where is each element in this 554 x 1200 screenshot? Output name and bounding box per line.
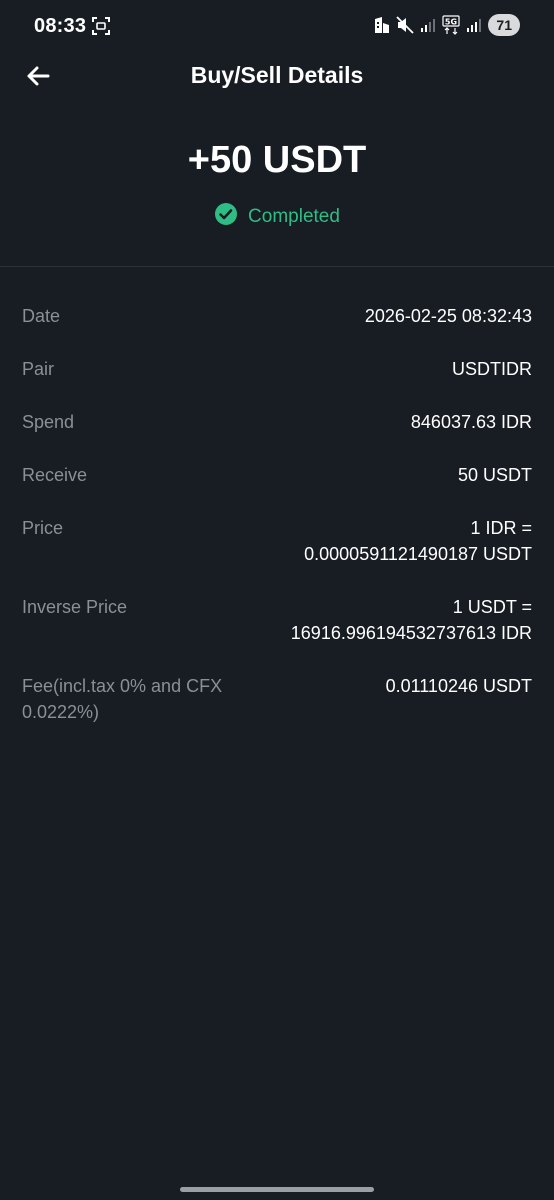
detail-label: Fee(incl.tax 0% and CFX 0.0222%): [22, 676, 223, 722]
signal-icon-1: [420, 17, 436, 33]
detail-label: Receive: [22, 465, 88, 485]
detail-value-line: USDTIDR: [452, 359, 532, 379]
battery-indicator: 71: [488, 14, 520, 36]
network-5g-icon: 5G: [442, 15, 461, 35]
detail-row-fee: Fee(incl.tax 0% and CFX 0.0222%) 0.01110…: [22, 673, 532, 725]
svg-text:5G: 5G: [445, 18, 457, 27]
detail-value-line: 0.0000591121490187 USDT: [304, 544, 532, 564]
detail-label: Date: [22, 306, 61, 326]
detail-row-price: Price 1 IDR = 0.0000591121490187 USDT: [22, 515, 532, 567]
header: Buy/Sell Details: [0, 52, 554, 98]
detail-value: 1 IDR = 0.0000591121490187 USDT: [304, 515, 532, 567]
detail-row-date: Date 2026-02-25 08:32:43: [22, 303, 532, 329]
detail-value-line: 1 IDR =: [470, 518, 532, 538]
detail-value: 50 USDT: [458, 462, 532, 488]
detail-value-line: 16916.996194532737613 IDR: [290, 623, 532, 643]
detail-value-line: 1 USDT =: [452, 597, 532, 617]
detail-label: Spend: [22, 412, 75, 432]
page-title: Buy/Sell Details: [190, 62, 364, 88]
detail-value-line: 50 USDT: [457, 465, 532, 485]
signal-icon-2: [466, 17, 482, 33]
check-circle-icon: [214, 202, 238, 231]
status-line: Completed: [0, 202, 554, 231]
transaction-amount: +50 USDT: [187, 139, 367, 181]
status-time: 08:33: [34, 15, 87, 37]
details-list: Date 2026-02-25 08:32:43 Pair USDTIDR Sp…: [22, 303, 532, 752]
status-bar: 08:33 5G 71: [0, 0, 554, 52]
mute-icon: [396, 16, 415, 34]
detail-label: Price: [22, 518, 64, 538]
detail-value-line: 2026-02-25 08:32:43: [364, 306, 532, 326]
detail-value: 846037.63 IDR: [411, 409, 532, 435]
screen-record-icon: [92, 17, 110, 35]
detail-row-receive: Receive 50 USDT: [22, 462, 532, 488]
detail-value: 2026-02-25 08:32:43: [365, 303, 532, 329]
detail-value: USDTIDR: [452, 356, 532, 382]
detail-label: Inverse Price: [22, 597, 128, 617]
detail-row-spend: Spend 846037.63 IDR: [22, 409, 532, 435]
status-icons: 5G 71: [374, 14, 520, 36]
detail-row-pair: Pair USDTIDR: [22, 356, 532, 382]
detail-row-inverse-price: Inverse Price 1 USDT = 16916.99619453273…: [22, 594, 532, 646]
home-indicator[interactable]: [180, 1187, 374, 1192]
building-icon: [374, 16, 390, 34]
status-text: Completed: [248, 205, 340, 227]
detail-value: 0.01110246 USDT: [386, 673, 532, 699]
detail-label: Pair: [22, 359, 55, 379]
detail-value: 1 USDT = 16916.996194532737613 IDR: [291, 594, 532, 646]
detail-value-line: 0.01110246 USDT: [385, 676, 532, 696]
transaction-summary: +50 USDT Completed: [0, 130, 554, 231]
detail-value-line: 846037.63 IDR: [410, 412, 532, 432]
divider: [0, 266, 554, 267]
